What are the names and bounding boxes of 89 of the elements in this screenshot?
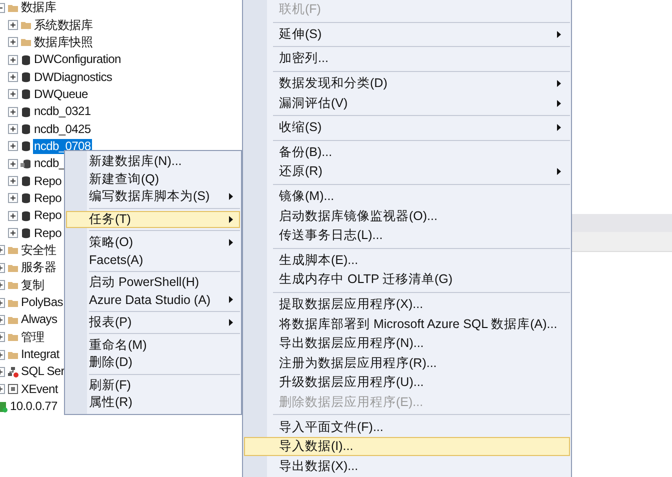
menu-item[interactable]: 传送事务日志(L)... xyxy=(244,226,570,246)
menu-item[interactable]: Azure Data Studio (A) xyxy=(66,291,240,309)
menu-item[interactable]: 属性(R) xyxy=(66,394,240,412)
tree-item[interactable]: 管理 xyxy=(20,330,46,345)
agent-icon xyxy=(7,366,19,378)
menu-item[interactable]: 任务(T) xyxy=(66,210,240,228)
menu-item[interactable]: 策略(O) xyxy=(66,233,240,251)
database-icon xyxy=(20,106,32,118)
tree-item[interactable]: DWQueue xyxy=(33,86,89,102)
tree-item[interactable]: Integrat xyxy=(20,347,60,362)
tree-item[interactable]: Repo xyxy=(33,208,62,224)
menu-item[interactable]: 导入平面文件(F)... xyxy=(244,417,570,437)
expand-icon[interactable] xyxy=(8,141,18,152)
folder-icon xyxy=(7,244,19,256)
menu-item[interactable]: 刷新(F) xyxy=(66,376,240,394)
expand-icon[interactable] xyxy=(8,124,18,134)
database-icon xyxy=(20,175,32,188)
database-icon xyxy=(20,210,32,222)
menu-item[interactable]: 报表(P) xyxy=(66,314,240,332)
database-icon xyxy=(20,123,32,136)
tree-item[interactable]: 数据库快照 xyxy=(33,34,94,50)
tree-item[interactable]: ncdb_0708 xyxy=(33,138,92,154)
tree-item[interactable]: 复制 xyxy=(20,278,46,293)
menu-item[interactable]: 还原(R) xyxy=(244,162,570,182)
tree-item[interactable]: ncdb_0321 xyxy=(33,104,92,120)
menu-item[interactable]: 删除(D) xyxy=(66,354,240,372)
folder-icon xyxy=(20,19,32,32)
database-icon xyxy=(20,192,32,204)
tree-item[interactable]: ncdb_ xyxy=(33,156,66,172)
menu-item[interactable]: 重命名(M) xyxy=(66,336,240,354)
tree-item[interactable]: SQL Ser xyxy=(20,364,66,380)
menu-item[interactable]: 编写数据库脚本为(S) xyxy=(66,188,240,206)
tree-item[interactable]: Repo xyxy=(33,174,62,189)
folder-icon xyxy=(7,331,19,344)
tree-item[interactable]: PolyBas xyxy=(20,295,64,310)
expand-icon[interactable] xyxy=(8,210,18,221)
server-icon xyxy=(0,400,8,413)
tree-item[interactable]: Repo xyxy=(33,226,62,241)
database-icon xyxy=(20,140,32,152)
expand-icon[interactable] xyxy=(8,89,18,100)
database-icon xyxy=(20,71,32,84)
menu-item[interactable]: 将数据库部署到 Microsoft Azure SQL 数据库(A)... xyxy=(244,314,570,334)
menu-item[interactable]: 生成脚本(E)... xyxy=(244,250,570,270)
expand-icon[interactable] xyxy=(8,228,18,238)
tree-item[interactable]: 数据库 xyxy=(20,0,58,16)
menu-item[interactable]: 数据发现和分类(D) xyxy=(244,74,570,94)
menu-item[interactable]: 启动 PowerShell(H) xyxy=(66,274,240,292)
tree-item[interactable]: ncdb_0425 xyxy=(33,122,92,137)
tree-item[interactable]: 10.0.0.77 xyxy=(9,399,58,414)
event-icon xyxy=(7,383,19,396)
menu-item[interactable]: 导出数据层应用程序(N)... xyxy=(244,334,570,354)
menu-item[interactable]: 注册为数据层应用程序(R)... xyxy=(244,354,570,374)
tree-item[interactable]: 服务器 xyxy=(20,260,58,276)
database-icon xyxy=(20,227,32,240)
menu-item[interactable]: 新建数据库(N)... xyxy=(66,153,240,171)
tree-item[interactable]: 系统数据库 xyxy=(33,18,94,33)
tree-item[interactable]: 安全性 xyxy=(20,242,58,258)
menu-item[interactable]: 启动数据库镜像监视器(O)... xyxy=(244,206,570,226)
expand-icon[interactable] xyxy=(8,158,18,169)
expand-icon[interactable] xyxy=(8,54,18,65)
expand-icon[interactable] xyxy=(8,106,18,117)
tree-item[interactable]: XEvent xyxy=(20,382,59,397)
menu-item[interactable]: 生成内存中 OLTP 迁移清单(G) xyxy=(244,270,570,290)
tree-item[interactable]: DWDiagnostics xyxy=(33,70,114,85)
database-icon xyxy=(20,54,32,66)
menu-item[interactable]: 镜像(M)... xyxy=(244,186,570,206)
menu-item[interactable]: 漏洞评估(V) xyxy=(244,93,570,113)
expand-icon[interactable] xyxy=(8,193,18,204)
menu-item[interactable]: 升级数据层应用程序(U)... xyxy=(244,373,570,393)
menu-item[interactable]: Facets(A) xyxy=(66,250,240,269)
menu-item[interactable]: 导入数据(I)... xyxy=(244,436,570,456)
tree-item[interactable]: Always xyxy=(20,312,58,328)
expand-icon[interactable] xyxy=(8,37,18,48)
menu-item[interactable]: 新建查询(Q) xyxy=(66,170,240,188)
tree-item[interactable]: DWConfiguration xyxy=(33,52,122,68)
folder-icon xyxy=(7,279,19,292)
menu-item[interactable]: 加密列... xyxy=(244,49,570,69)
database-icon xyxy=(20,158,32,170)
expand-icon[interactable] xyxy=(8,20,18,30)
menu-item[interactable]: 提取数据层应用程序(X)... xyxy=(244,294,570,314)
menu-item[interactable]: 收缩(S) xyxy=(244,118,570,138)
tree-item[interactable]: Repo xyxy=(33,190,62,206)
expand-icon[interactable] xyxy=(8,176,18,186)
menu-item[interactable]: 延伸(S) xyxy=(244,24,570,44)
database-icon xyxy=(20,88,32,100)
folder-icon xyxy=(20,36,32,48)
menu-item[interactable]: 导出数据(X)... xyxy=(244,456,570,476)
expand-icon[interactable] xyxy=(8,72,18,82)
menu-item[interactable]: 备份(B)... xyxy=(244,142,570,162)
